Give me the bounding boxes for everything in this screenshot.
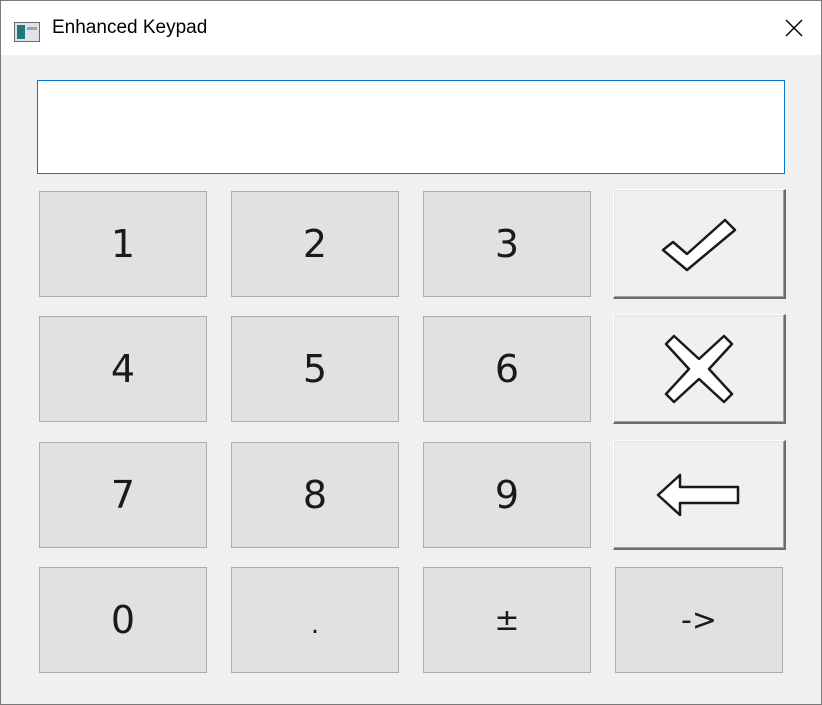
- key-5[interactable]: 5: [231, 316, 399, 422]
- key-8[interactable]: 8: [231, 442, 399, 548]
- close-button[interactable]: [767, 1, 821, 55]
- key-1[interactable]: 1: [39, 191, 207, 297]
- keypad-window: Enhanced Keypad 1 2 3 4 5 6 7 8 9 0 . ±: [0, 0, 822, 705]
- key-2[interactable]: 2: [231, 191, 399, 297]
- key-6[interactable]: 6: [423, 316, 591, 422]
- cancel-button[interactable]: [613, 314, 786, 424]
- key-7[interactable]: 7: [39, 442, 207, 548]
- next-field-button[interactable]: ->: [615, 567, 783, 673]
- confirm-button[interactable]: [613, 189, 786, 299]
- key-0[interactable]: 0: [39, 567, 207, 673]
- key-4[interactable]: 4: [39, 316, 207, 422]
- title-bar: Enhanced Keypad: [1, 1, 821, 55]
- backspace-button[interactable]: [613, 440, 786, 550]
- key-3[interactable]: 3: [423, 191, 591, 297]
- checkmark-icon: [661, 218, 737, 271]
- x-icon: [664, 334, 734, 403]
- value-display[interactable]: [37, 80, 785, 174]
- close-icon: [785, 19, 803, 37]
- key-plus-minus[interactable]: ±: [423, 567, 591, 673]
- key-9[interactable]: 9: [423, 442, 591, 548]
- app-window-icon: [14, 22, 40, 42]
- key-decimal[interactable]: .: [231, 567, 399, 673]
- window-title: Enhanced Keypad: [52, 17, 208, 38]
- left-arrow-icon: [656, 473, 740, 516]
